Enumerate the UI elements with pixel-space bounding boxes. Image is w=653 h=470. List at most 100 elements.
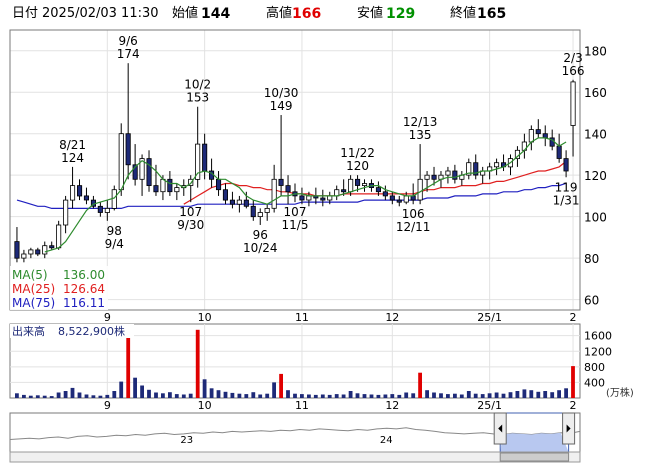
price-tick-label: 140 — [584, 128, 607, 142]
volume-unit: (万株) — [606, 386, 634, 399]
volume-bar — [432, 392, 436, 398]
volume-bar — [22, 394, 26, 398]
candle-body — [382, 191, 388, 197]
annotation-value: 119 — [555, 180, 578, 194]
annotation-value: 135 — [409, 128, 432, 142]
annotation-date: 9/30 — [177, 218, 204, 232]
legend-value: 116.11 — [63, 296, 105, 310]
annotation-date: 9/4 — [105, 237, 124, 251]
navigator-label: 24 — [380, 435, 393, 446]
candle-body — [556, 145, 562, 159]
annotation-date: 10/2 — [184, 78, 211, 92]
volume-bar — [147, 389, 151, 398]
volume-bars-layer — [15, 329, 575, 398]
candle-body — [49, 245, 55, 249]
volume-bar — [564, 388, 568, 398]
price-tick-label: 120 — [584, 169, 607, 183]
volume-bar — [307, 394, 311, 398]
volume-bar — [383, 394, 388, 398]
price-tick-label: 100 — [584, 211, 607, 225]
candle-body — [222, 189, 229, 201]
volume-bar — [98, 395, 103, 398]
volume-date-tick-label: 10 — [198, 399, 212, 412]
volume-bar — [327, 394, 332, 398]
volume-bar — [161, 393, 165, 398]
volume-bar — [571, 366, 575, 398]
volume-bar — [195, 329, 200, 398]
candle-body — [341, 189, 347, 193]
volume-label: 出来高 — [12, 324, 45, 338]
annotation-date: 1/31 — [553, 193, 580, 207]
candle-body — [285, 185, 291, 193]
volume-date-tick-label: 12 — [385, 399, 399, 412]
stock-chart[interactable]: 8/211249/6174989/410/21531079/3010/30149… — [0, 0, 653, 470]
volume-bar — [320, 394, 325, 398]
annotation-date: 12/13 — [403, 115, 438, 129]
candle-body — [70, 185, 76, 201]
volume-bar — [466, 391, 471, 398]
annotation-date: 8/21 — [59, 138, 86, 152]
candle-body — [104, 207, 110, 213]
price-tick-label: 60 — [584, 294, 599, 308]
volume-bar — [230, 392, 235, 398]
volume-bar — [126, 333, 131, 398]
volume-bar — [459, 394, 464, 398]
candle-body — [236, 199, 242, 205]
annotation-value: 124 — [61, 151, 84, 165]
candle-body — [410, 195, 416, 201]
volume-bar — [251, 392, 256, 398]
legend-name: MA(25) — [12, 282, 55, 296]
candle-body — [42, 245, 48, 255]
price-tick-label: 80 — [584, 252, 599, 266]
date-axis: 9 10 11 12 25/1 2 — [104, 311, 577, 324]
volume-bar — [411, 393, 416, 398]
volume-bar — [334, 394, 339, 398]
annotation-value: 107 — [179, 205, 202, 219]
annotation-value: 96 — [253, 228, 268, 242]
volume-bar — [77, 392, 82, 398]
range-navigator[interactable]: 23242 — [9, 412, 581, 463]
volume-bar — [56, 392, 61, 398]
volume-bar — [404, 392, 409, 398]
volume-bar — [446, 394, 450, 398]
navigator-scrollbar[interactable] — [9, 451, 581, 463]
volume-bar — [168, 392, 172, 398]
candle-body — [21, 253, 27, 259]
navigator-scroll-thumb[interactable] — [499, 452, 570, 462]
candle-body — [174, 187, 180, 193]
volume-bar — [418, 372, 422, 398]
date-tick-label: 9 — [104, 311, 111, 324]
volume-bar — [501, 393, 506, 398]
candle-body — [215, 178, 222, 191]
ma25-line — [183, 160, 567, 205]
candle-body — [83, 195, 90, 201]
annotation-date: 11/5 — [282, 218, 309, 232]
annotation-value: 106 — [402, 207, 425, 221]
volume-bar — [272, 382, 276, 398]
volume-bar — [515, 391, 520, 398]
annotation-value: 174 — [117, 47, 140, 61]
volume-bar — [119, 381, 124, 398]
volume-bar — [133, 377, 137, 398]
candle-body — [327, 195, 333, 201]
volume-bar — [550, 392, 555, 398]
candle-body — [396, 199, 402, 203]
volume-bar — [237, 393, 242, 398]
candle-body — [403, 195, 409, 203]
navigator-label: 23 — [180, 435, 193, 446]
volume-bar — [529, 390, 534, 398]
date-tick-label: 12 — [385, 311, 399, 324]
annotation-value: 107 — [284, 205, 307, 219]
volume-bar — [209, 388, 214, 398]
volume-date-tick-label: 2 — [570, 399, 577, 412]
volume-bar — [42, 395, 47, 398]
volume-bar — [216, 390, 221, 398]
volume-bar — [105, 394, 110, 398]
annotation-date: 11/22 — [340, 146, 375, 160]
volume-bar — [15, 393, 19, 398]
volume-bar — [369, 394, 374, 398]
volume-bar — [390, 394, 395, 398]
volume-bar — [258, 394, 263, 398]
candle-body — [28, 249, 34, 255]
volume-date-tick-label: 25/1 — [477, 399, 502, 412]
